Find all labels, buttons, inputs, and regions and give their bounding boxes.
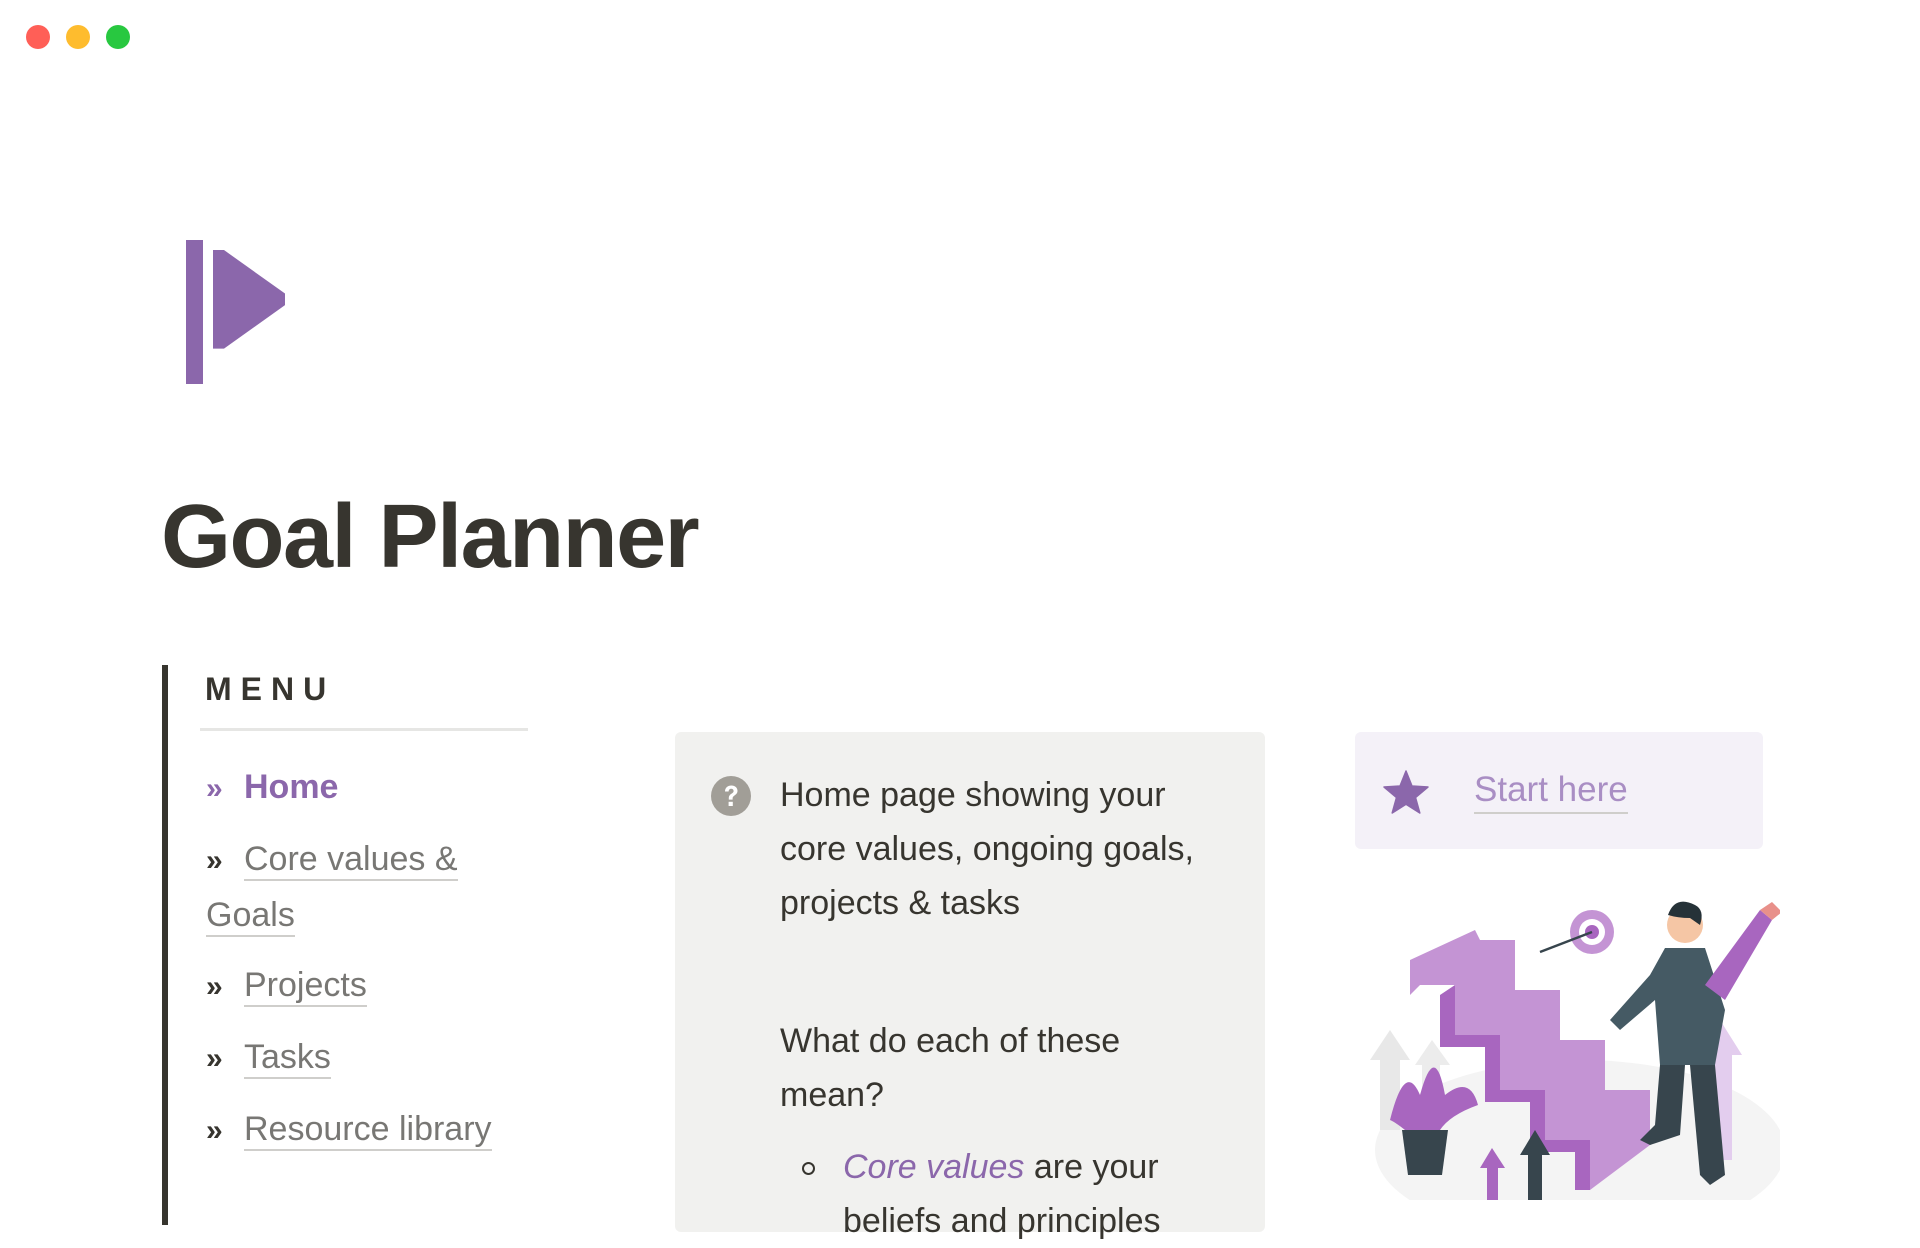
goal-illustration bbox=[1370, 901, 1780, 1200]
chevron-double-right-icon: » bbox=[206, 970, 223, 1003]
window-minimize-button[interactable] bbox=[66, 25, 90, 49]
callout-question: What do each of these mean? bbox=[780, 1022, 1121, 1114]
menu-item-projects[interactable]: » Projects bbox=[206, 958, 506, 1014]
menu-item-core-values-goals[interactable]: » Core values & Goals bbox=[206, 832, 506, 942]
start-here-callout: Start here bbox=[1355, 732, 1763, 849]
menu-list: » Home » Core values & Goals » Projects » Ta… bbox=[206, 760, 506, 1174]
start-here-link[interactable]: Start here bbox=[1474, 770, 1628, 814]
menu-item-label[interactable]: Projects bbox=[244, 966, 367, 1007]
window-close-button[interactable] bbox=[26, 25, 50, 49]
menu-item-resource-library[interactable]: » Resource library bbox=[206, 1102, 506, 1158]
question-circle-icon bbox=[711, 776, 751, 816]
star-icon bbox=[1383, 770, 1429, 814]
menu-item-label[interactable]: Resource library bbox=[244, 1110, 492, 1151]
term-text: are your bbox=[1024, 1148, 1159, 1186]
person-body bbox=[1610, 948, 1725, 1065]
chevron-double-right-icon: » bbox=[206, 844, 223, 877]
menu-section: MENU » Home » Core values & Goals » Project… bbox=[162, 665, 542, 1225]
menu-item-home[interactable]: » Home bbox=[206, 760, 506, 816]
chevron-double-right-icon: » bbox=[206, 772, 223, 805]
plant-pot bbox=[1402, 1130, 1448, 1175]
definition-list: Core values are your beliefs and princip… bbox=[780, 1140, 1230, 1248]
list-item: Core values are your beliefs and princip… bbox=[780, 1140, 1230, 1248]
menu-item-label[interactable]: Home bbox=[244, 768, 338, 807]
page-title: Goal Planner bbox=[161, 487, 700, 587]
bullet-icon bbox=[802, 1162, 815, 1175]
window-maximize-button[interactable] bbox=[106, 25, 130, 49]
term-highlight: Core values bbox=[843, 1148, 1025, 1186]
pencil bbox=[1705, 910, 1772, 1000]
menu-item-label[interactable]: Tasks bbox=[244, 1038, 331, 1079]
chevron-double-right-icon: » bbox=[206, 1114, 223, 1147]
chevron-double-right-icon: » bbox=[206, 1042, 223, 1075]
info-callout: Home page showing your core values, ongo… bbox=[675, 732, 1265, 1240]
menu-item-label[interactable]: Core values & Goals bbox=[206, 840, 458, 937]
callout-description: Home page showing your core values, ongo… bbox=[780, 776, 1194, 922]
menu-heading: MENU bbox=[205, 671, 336, 707]
callout-body: Home page showing your core values, ongo… bbox=[780, 768, 1230, 1248]
menu-item-tasks[interactable]: » Tasks bbox=[206, 1030, 506, 1086]
flag-icon[interactable] bbox=[186, 237, 316, 387]
term-continuation: beliefs and principles bbox=[843, 1202, 1161, 1240]
divider bbox=[200, 728, 528, 731]
quote-bar bbox=[162, 665, 168, 1225]
